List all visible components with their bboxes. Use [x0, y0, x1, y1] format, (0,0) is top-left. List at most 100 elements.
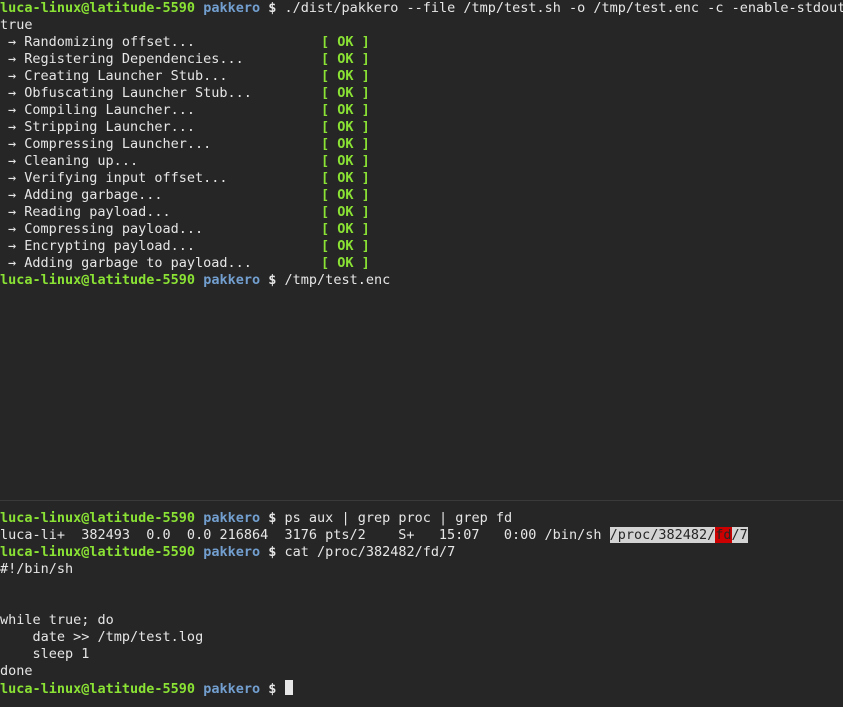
build-step-line: → Adding garbage to payload... [ OK ] — [0, 255, 843, 272]
match-path-b: /7 — [731, 527, 748, 543]
step-label: Registering Dependencies... — [24, 51, 244, 67]
command-text: cat /proc/382482/fd/7 — [284, 544, 456, 560]
arrow-icon: → — [8, 153, 17, 169]
step-label: Obfuscating Launcher Stub... — [24, 85, 252, 101]
file-content: #!/bin/sh while true; do date >> /tmp/tes… — [0, 561, 843, 680]
ok-status: [ OK ] — [321, 136, 370, 152]
file-line: date >> /tmp/test.log — [0, 629, 204, 645]
prompt-symbol: $ — [268, 0, 277, 16]
build-step-line: → Adding garbage... [ OK ] — [0, 187, 843, 204]
ok-status: [ OK ] — [321, 170, 370, 186]
command-text: ./dist/pakkero --file /tmp/test.sh -o /t… — [284, 0, 843, 16]
build-step-line: → Verifying input offset... [ OK ] — [0, 170, 843, 187]
ok-status: [ OK ] — [321, 255, 370, 271]
step-label: Randomizing offset... — [24, 34, 195, 50]
prompt-dir: pakkero — [203, 510, 261, 526]
prompt-user-host: luca-linux@latitude-5590 — [0, 681, 196, 697]
prompt-symbol: $ — [268, 544, 277, 560]
prompt-symbol: $ — [268, 681, 277, 697]
build-step-line: → Compressing payload... [ OK ] — [0, 221, 843, 238]
output-line: true — [0, 17, 33, 33]
ok-status: [ OK ] — [321, 102, 370, 118]
prompt-symbol: $ — [268, 272, 277, 288]
build-step-line: → Stripping Launcher... [ OK ] — [0, 119, 843, 136]
file-line: done — [0, 663, 33, 679]
step-label: Encrypting payload... — [24, 238, 195, 254]
step-label: Compiling Launcher... — [24, 102, 195, 118]
ok-status: [ OK ] — [321, 238, 370, 254]
arrow-icon: → — [8, 238, 17, 254]
arrow-icon: → — [8, 68, 17, 84]
prompt-dir: pakkero — [203, 272, 261, 288]
prompt-symbol: $ — [268, 510, 277, 526]
build-step-line: → Compressing Launcher... [ OK ] — [0, 136, 843, 153]
build-steps-list: → Randomizing offset...[ OK ] → Registeri… — [0, 34, 843, 272]
match-path-a: /proc/382482/ — [609, 527, 716, 543]
step-label: Creating Launcher Stub... — [24, 68, 228, 84]
arrow-icon: → — [8, 119, 17, 135]
arrow-icon: → — [8, 170, 17, 186]
ps-output-line: luca-li+ 382493 0.0 0.0 216864 3176 pts/… — [0, 527, 843, 544]
prompt-line: luca-linux@latitude-5590 pakkero $ ./dis… — [0, 0, 843, 17]
step-label: Compressing payload... — [24, 221, 204, 237]
step-label: Stripping Launcher... — [24, 119, 195, 135]
prompt-dir: pakkero — [203, 0, 261, 16]
ok-status: [ OK ] — [321, 68, 370, 84]
ok-status: [ OK ] — [321, 221, 370, 237]
terminal-pane-top[interactable]: luca-linux@latitude-5590 pakkero $ ./dis… — [0, 0, 843, 500]
arrow-icon: → — [8, 255, 17, 271]
build-step-line: → Randomizing offset... [ OK ] — [0, 34, 843, 51]
match-highlight: /proc/382482/fd/7 — [609, 527, 748, 543]
step-label: Adding garbage to payload... — [24, 255, 252, 271]
ok-status: [ OK ] — [321, 34, 370, 50]
command-text: ps aux | grep proc | grep fd — [284, 510, 513, 526]
build-step-line: → Registering Dependencies... [ OK ] — [0, 51, 843, 68]
step-label: Verifying input offset... — [24, 170, 228, 186]
build-step-line: → Obfuscating Launcher Stub... [ OK ] — [0, 85, 843, 102]
ok-status: [ OK ] — [321, 85, 370, 101]
ok-status: [ OK ] — [321, 51, 370, 67]
ok-status: [ OK ] — [321, 204, 370, 220]
build-step-line: → Creating Launcher Stub... [ OK ] — [0, 68, 843, 85]
command-text: /tmp/test.enc — [284, 272, 391, 288]
step-label: Adding garbage... — [24, 187, 163, 203]
ps-output-prefix: luca-li+ 382493 0.0 0.0 216864 3176 pts/… — [0, 527, 610, 543]
build-step-line: → Compiling Launcher... [ OK ] — [0, 102, 843, 119]
file-line — [0, 578, 843, 595]
arrow-icon: → — [8, 102, 17, 118]
terminal-cursor[interactable] — [284, 680, 293, 695]
prompt-line: luca-linux@latitude-5590 pakkero $ cat /… — [0, 544, 843, 561]
build-step-line: → Reading payload... [ OK ] — [0, 204, 843, 221]
prompt-line: luca-linux@latitude-5590 pakkero $ — [0, 680, 843, 697]
prompt-user-host: luca-linux@latitude-5590 — [0, 544, 196, 560]
ok-status: [ OK ] — [321, 187, 370, 203]
prompt-dir: pakkero — [203, 681, 261, 697]
arrow-icon: → — [8, 85, 17, 101]
prompt-user-host: luca-linux@latitude-5590 — [0, 272, 196, 288]
arrow-icon: → — [8, 204, 17, 220]
prompt-dir: pakkero — [203, 544, 261, 560]
step-label: Reading payload... — [24, 204, 171, 220]
step-label: Cleaning up... — [24, 153, 139, 169]
terminal-pane-bottom[interactable]: luca-linux@latitude-5590 pakkero $ ps au… — [0, 502, 843, 707]
arrow-icon: → — [8, 51, 17, 67]
prompt-line: luca-linux@latitude-5590 pakkero $ ps au… — [0, 510, 843, 527]
file-line: #!/bin/sh — [0, 561, 74, 577]
build-step-line: → Encrypting payload... [ OK ] — [0, 238, 843, 255]
build-step-line: → Cleaning up... [ OK ] — [0, 153, 843, 170]
file-line — [0, 595, 843, 612]
prompt-user-host: luca-linux@latitude-5590 — [0, 0, 196, 16]
step-label: Compressing Launcher... — [24, 136, 212, 152]
arrow-icon: → — [8, 187, 17, 203]
prompt-user-host: luca-linux@latitude-5590 — [0, 510, 196, 526]
prompt-line: luca-linux@latitude-5590 pakkero $ /tmp/… — [0, 272, 843, 289]
arrow-icon: → — [8, 34, 17, 50]
arrow-icon: → — [8, 221, 17, 237]
file-line: while true; do — [0, 612, 114, 628]
match-fd-highlight: fd — [715, 527, 732, 543]
ok-status: [ OK ] — [321, 153, 370, 169]
ok-status: [ OK ] — [321, 119, 370, 135]
arrow-icon: → — [8, 136, 17, 152]
file-line: sleep 1 — [0, 646, 90, 662]
pane-divider[interactable] — [0, 500, 843, 501]
